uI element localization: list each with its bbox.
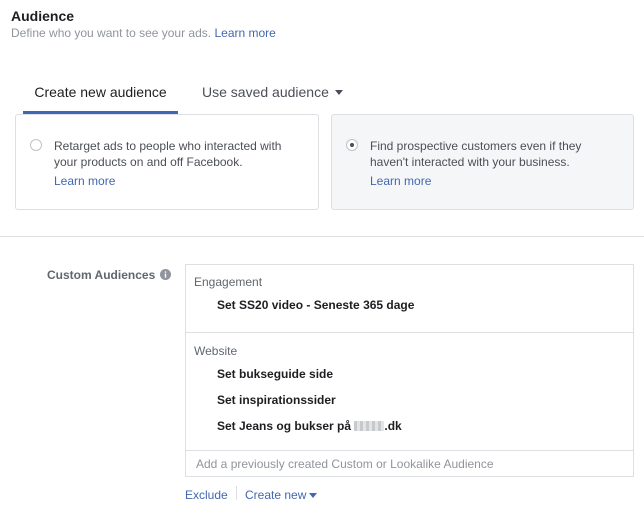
caret-down-icon — [309, 493, 318, 498]
tab-saved-label: Use saved audience — [202, 84, 329, 100]
custom-audiences-label: Custom Audiences — [47, 268, 156, 282]
group-title-website: Website — [194, 344, 238, 358]
prospect-description: Find prospective customers even if they … — [370, 139, 582, 169]
add-audience-input[interactable] — [186, 451, 633, 476]
section-title: Audience — [11, 8, 75, 24]
tab-use-saved-audience[interactable]: Use saved audience — [202, 83, 343, 111]
prospect-learn-more-link[interactable]: Learn more — [370, 174, 431, 188]
redacted-text — [354, 421, 385, 431]
audience-item[interactable]: Set bukseguide side — [217, 367, 333, 381]
exclude-link[interactable]: Exclude — [185, 488, 228, 502]
group-divider — [186, 332, 633, 333]
create-new-link[interactable]: Create new — [245, 488, 318, 502]
audience-item[interactable]: Set Jeans og bukser på .dk — [217, 419, 402, 433]
retarget-option-card[interactable]: Retarget ads to people who interacted wi… — [15, 114, 319, 210]
link-separator — [236, 486, 237, 500]
audience-item-suffix: .dk — [384, 419, 402, 433]
retarget-radio[interactable] — [30, 139, 42, 151]
audience-item-prefix: Set Jeans og bukser på — [217, 419, 355, 433]
audience-item[interactable]: Set inspirationssider — [217, 393, 336, 407]
info-icon[interactable] — [160, 269, 171, 280]
learn-more-link[interactable]: Learn more — [214, 26, 275, 40]
create-new-label: Create new — [245, 488, 307, 502]
tab-create-new-audience[interactable]: Create new audience — [23, 83, 178, 114]
prospect-radio[interactable] — [346, 139, 358, 151]
section-divider — [0, 236, 644, 237]
retarget-learn-more-link[interactable]: Learn more — [54, 174, 115, 188]
custom-audiences-box: Engagement Set SS20 video - Seneste 365 … — [185, 264, 634, 477]
caret-down-icon — [334, 90, 343, 95]
audience-item[interactable]: Set SS20 video - Seneste 365 dage — [217, 298, 414, 312]
prospect-option-card[interactable]: Find prospective customers even if they … — [331, 114, 634, 210]
section-subtitle: Define who you want to see your ads. Lea… — [11, 26, 276, 40]
group-title-engagement: Engagement — [194, 275, 263, 289]
subtitle-text: Define who you want to see your ads. — [11, 26, 212, 40]
retarget-description: Retarget ads to people who interacted wi… — [54, 139, 282, 169]
